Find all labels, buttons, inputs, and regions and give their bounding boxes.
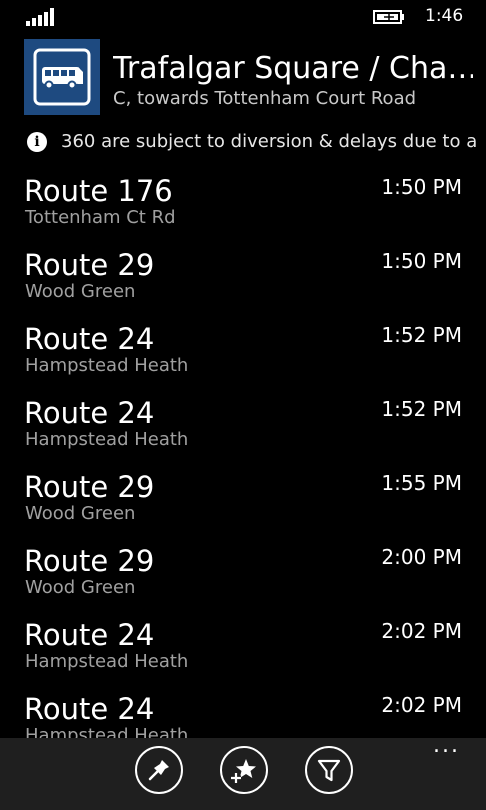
route-label: Route 29 xyxy=(24,248,155,282)
filter-icon xyxy=(317,759,341,782)
route-label: Route 24 xyxy=(24,692,155,726)
bus-icon xyxy=(33,48,91,106)
arrival-time: 1:55 PM xyxy=(381,471,462,495)
arrival-time: 1:50 PM xyxy=(381,249,462,273)
route-label: Route 29 xyxy=(24,470,155,504)
route-label: Route 29 xyxy=(24,544,155,578)
service-notice[interactable]: 360 are subject to diversion & delays du… xyxy=(61,130,486,154)
info-icon: i xyxy=(27,132,47,152)
list-item[interactable]: Route 24 Hampstead Heath 2:02 PM xyxy=(0,614,486,688)
pin-button[interactable] xyxy=(135,746,183,794)
list-item[interactable]: Route 24 Hampstead Heath 2:02 PM xyxy=(0,688,486,738)
pin-icon xyxy=(148,760,169,781)
status-bar: 1:46 xyxy=(0,0,486,34)
arrival-time: 2:00 PM xyxy=(381,545,462,569)
app-bar: ... xyxy=(0,735,486,810)
list-item[interactable]: Route 29 Wood Green 2:00 PM xyxy=(0,540,486,614)
list-item[interactable]: Route 24 Hampstead Heath 1:52 PM xyxy=(0,392,486,466)
more-options-button[interactable]: ... xyxy=(433,735,460,757)
arrival-time: 1:50 PM xyxy=(381,175,462,199)
status-clock: 1:46 xyxy=(425,6,464,26)
stop-direction: C, towards Tottenham Court Road xyxy=(113,88,417,109)
route-label: Route 24 xyxy=(24,322,155,356)
route-label: Route 24 xyxy=(24,618,155,652)
list-item[interactable]: Route 29 Wood Green 1:55 PM xyxy=(0,466,486,540)
arrival-time: 1:52 PM xyxy=(381,323,462,347)
route-destination: Hampstead Heath xyxy=(25,355,189,376)
filter-button[interactable] xyxy=(305,746,353,794)
signal-strength-icon xyxy=(26,8,56,26)
route-label: Route 24 xyxy=(24,396,155,430)
list-item[interactable]: Route 29 Wood Green 1:50 PM xyxy=(0,244,486,318)
list-item[interactable]: Route 24 Hampstead Heath 1:52 PM xyxy=(0,318,486,392)
route-destination: Hampstead Heath xyxy=(25,429,189,450)
battery-icon xyxy=(373,10,404,24)
route-destination: Wood Green xyxy=(25,281,136,302)
stop-title: Trafalgar Square / Cha… xyxy=(113,51,473,86)
route-destination: Tottenham Ct Rd xyxy=(25,207,176,228)
route-label: Route 176 xyxy=(24,174,173,208)
add-favorite-button[interactable] xyxy=(220,746,268,794)
route-destination: Wood Green xyxy=(25,503,136,524)
arrival-time: 2:02 PM xyxy=(381,619,462,643)
add-favorite-icon xyxy=(231,759,256,783)
arrival-time: 1:52 PM xyxy=(381,397,462,421)
route-destination: Hampstead Heath xyxy=(25,651,189,672)
arrivals-list[interactable]: Route 176 Tottenham Ct Rd 1:50 PM Route … xyxy=(0,170,486,738)
route-destination: Wood Green xyxy=(25,577,136,598)
bus-stop-tile xyxy=(24,39,100,115)
route-destination: Hampstead Heath xyxy=(25,725,189,738)
list-item[interactable]: Route 176 Tottenham Ct Rd 1:50 PM xyxy=(0,170,486,244)
arrival-time: 2:02 PM xyxy=(381,693,462,717)
